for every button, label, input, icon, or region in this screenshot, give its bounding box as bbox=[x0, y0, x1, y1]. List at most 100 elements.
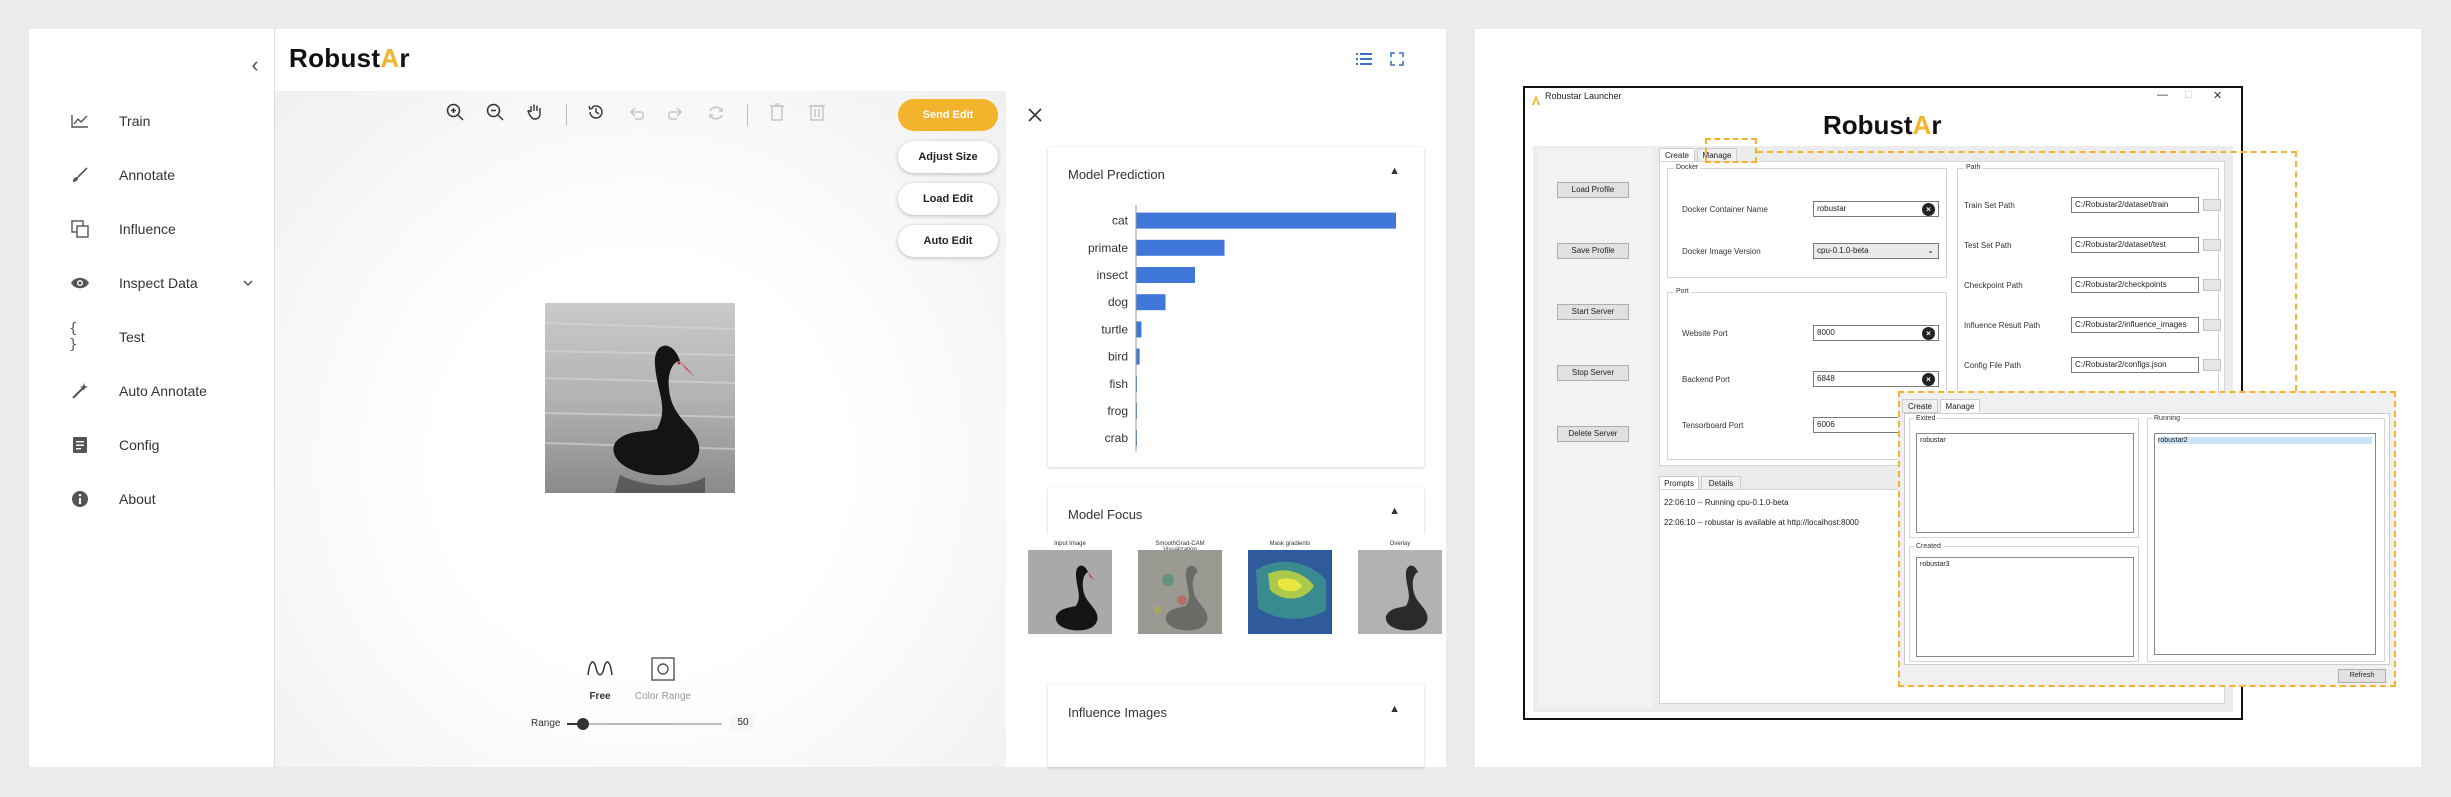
free-brush-label: Free bbox=[589, 691, 611, 702]
image-editor-canvas[interactable]: Send Edit Adjust Size Load Edit Auto Edi… bbox=[274, 91, 1006, 767]
window-close-icon[interactable]: ✕ bbox=[2213, 89, 2222, 102]
load-profile-button[interactable]: Load Profile bbox=[1557, 182, 1629, 198]
running-list[interactable]: robustar2 bbox=[2154, 433, 2376, 655]
bar-label: bird bbox=[1108, 350, 1128, 364]
docker-group-title: Docker bbox=[1674, 164, 1701, 171]
clear-input-icon[interactable]: × bbox=[1922, 327, 1935, 340]
browse-button[interactable] bbox=[2203, 319, 2221, 331]
focus-caption: Overlay bbox=[1389, 541, 1411, 547]
collapse-caret-icon[interactable]: ▲ bbox=[1389, 505, 1400, 517]
callout-connector bbox=[1757, 151, 2297, 153]
redo-icon[interactable] bbox=[664, 103, 688, 127]
robustar-web-app: ‹ Train Annotate Influence Inspect Data bbox=[29, 29, 1446, 767]
focus-caption: Mask gradients bbox=[1269, 541, 1311, 547]
zoom-out-icon[interactable] bbox=[483, 103, 507, 127]
list-view-icon[interactable] bbox=[1353, 51, 1375, 73]
input-image-swan bbox=[545, 303, 735, 493]
docker-image-version-select[interactable]: cpu-0.1.0-beta ⌄ bbox=[1813, 243, 1939, 259]
color-range-label: Color Range bbox=[634, 691, 692, 702]
collapse-caret-icon[interactable]: ▲ bbox=[1389, 703, 1400, 715]
manage-tab-highlight bbox=[1705, 138, 1757, 163]
sidebar-item-label: About bbox=[119, 491, 156, 507]
config-file-path-input[interactable]: C:/Robustar2/configs.json bbox=[2071, 357, 2199, 373]
list-item[interactable]: robustar2 bbox=[2158, 437, 2372, 444]
tab-create[interactable]: Create bbox=[1902, 399, 1938, 413]
free-brush-tool[interactable]: Free bbox=[570, 657, 630, 702]
delete-all-icon[interactable] bbox=[805, 103, 829, 127]
undo-icon[interactable] bbox=[624, 103, 648, 127]
delete-icon[interactable] bbox=[765, 103, 789, 127]
log-line: 22:06:10 -- robustar is available at htt… bbox=[1664, 518, 1859, 527]
exited-list[interactable]: robustar bbox=[1916, 433, 2134, 533]
browse-button[interactable] bbox=[2203, 359, 2221, 371]
sidebar-item-annotate[interactable]: Annotate bbox=[29, 148, 274, 202]
prediction-bar bbox=[1136, 239, 1225, 256]
sidebar-item-test[interactable]: { } Test bbox=[29, 310, 274, 364]
zoom-in-icon[interactable] bbox=[443, 103, 467, 127]
train-set-path-input[interactable]: C:/Robustar2/dataset/train bbox=[2071, 197, 2199, 213]
influence-result-path-input[interactable]: C:/Robustar2/influence_images bbox=[2071, 317, 2199, 333]
test-set-path-input[interactable]: C:/Robustar2/dataset/test bbox=[2071, 237, 2199, 253]
minimize-icon[interactable]: — bbox=[2157, 89, 2168, 101]
reset-icon[interactable] bbox=[704, 103, 728, 127]
browse-button[interactable] bbox=[2203, 279, 2221, 291]
backend-port-input[interactable]: 6848 bbox=[1813, 371, 1939, 387]
sidebar-item-train[interactable]: Train bbox=[29, 94, 274, 148]
range-slider-thumb[interactable] bbox=[576, 718, 589, 730]
prediction-bar bbox=[1136, 348, 1140, 365]
toolbar-divider bbox=[566, 104, 567, 126]
created-list[interactable]: robustar3 bbox=[1916, 557, 2134, 657]
save-profile-button[interactable]: Save Profile bbox=[1557, 243, 1629, 259]
close-icon[interactable] bbox=[1028, 105, 1042, 128]
maximize-icon[interactable]: □ bbox=[2185, 89, 2192, 101]
collapse-sidebar-icon[interactable]: ‹ bbox=[244, 54, 266, 77]
docker-group: Docker Docker Container Name robustar × … bbox=[1667, 164, 1947, 278]
refresh-button[interactable]: Refresh bbox=[2338, 669, 2386, 683]
auto-edit-button[interactable]: Auto Edit bbox=[898, 225, 998, 257]
config-file-path-label: Config File Path bbox=[1964, 361, 2021, 370]
start-server-button[interactable]: Start Server bbox=[1557, 304, 1629, 320]
docker-container-name-input[interactable]: robustar bbox=[1813, 201, 1939, 217]
sidebar-item-about[interactable]: About bbox=[29, 472, 274, 526]
load-edit-button[interactable]: Load Edit bbox=[898, 183, 998, 215]
list-item[interactable]: robustar bbox=[1920, 437, 2130, 444]
browse-button[interactable] bbox=[2203, 239, 2221, 251]
sidebar-item-config[interactable]: Config bbox=[29, 418, 274, 472]
focus-input-image bbox=[1028, 550, 1112, 634]
collapse-caret-icon[interactable]: ▲ bbox=[1389, 165, 1400, 177]
website-port-input[interactable]: 8000 bbox=[1813, 325, 1939, 341]
tab-details[interactable]: Details bbox=[1701, 476, 1741, 490]
adjust-size-button[interactable]: Adjust Size bbox=[898, 141, 998, 173]
sidebar-item-auto-annotate[interactable]: Auto Annotate bbox=[29, 364, 274, 418]
list-item[interactable]: robustar3 bbox=[1920, 561, 2130, 568]
range-value[interactable]: 50 bbox=[731, 715, 755, 731]
range-slider-track[interactable] bbox=[567, 723, 722, 725]
chevron-down-icon[interactable] bbox=[243, 276, 253, 290]
chart-line-icon bbox=[69, 110, 91, 132]
model-focus-title: Model Focus bbox=[1068, 507, 1143, 522]
side-button-column: Load Profile Save Profile Start Server S… bbox=[1537, 148, 1653, 708]
fullscreen-icon[interactable] bbox=[1386, 51, 1408, 73]
hand-pan-icon[interactable] bbox=[523, 103, 547, 127]
sidebar-item-label: Auto Annotate bbox=[119, 383, 207, 399]
created-group: Created robustar3 bbox=[1909, 543, 2139, 662]
history-icon[interactable] bbox=[584, 103, 608, 127]
test-set-path-label: Test Set Path bbox=[1964, 241, 2012, 250]
tab-create[interactable]: Create bbox=[1659, 148, 1695, 162]
delete-server-button[interactable]: Delete Server bbox=[1557, 426, 1629, 442]
clear-input-icon[interactable]: × bbox=[1922, 373, 1935, 386]
clear-input-icon[interactable]: × bbox=[1922, 203, 1935, 216]
checkpoint-path-input[interactable]: C:/Robustar2/checkpoints bbox=[2071, 277, 2199, 293]
sidebar-item-influence[interactable]: Influence bbox=[29, 202, 274, 256]
color-range-tool[interactable]: Color Range bbox=[633, 657, 693, 702]
influence-images-title: Influence Images bbox=[1068, 705, 1168, 720]
port-group-title: Port bbox=[1674, 288, 1691, 295]
send-edit-button[interactable]: Send Edit bbox=[898, 99, 998, 131]
train-set-path-label: Train Set Path bbox=[1964, 201, 2015, 210]
stop-server-button[interactable]: Stop Server bbox=[1557, 365, 1629, 381]
sidebar-item-inspect-data[interactable]: Inspect Data bbox=[29, 256, 274, 310]
docker-container-name-label: Docker Container Name bbox=[1682, 205, 1768, 214]
tab-manage[interactable]: Manage bbox=[1940, 399, 1980, 413]
browse-button[interactable] bbox=[2203, 199, 2221, 211]
tab-prompts[interactable]: Prompts bbox=[1659, 476, 1699, 490]
